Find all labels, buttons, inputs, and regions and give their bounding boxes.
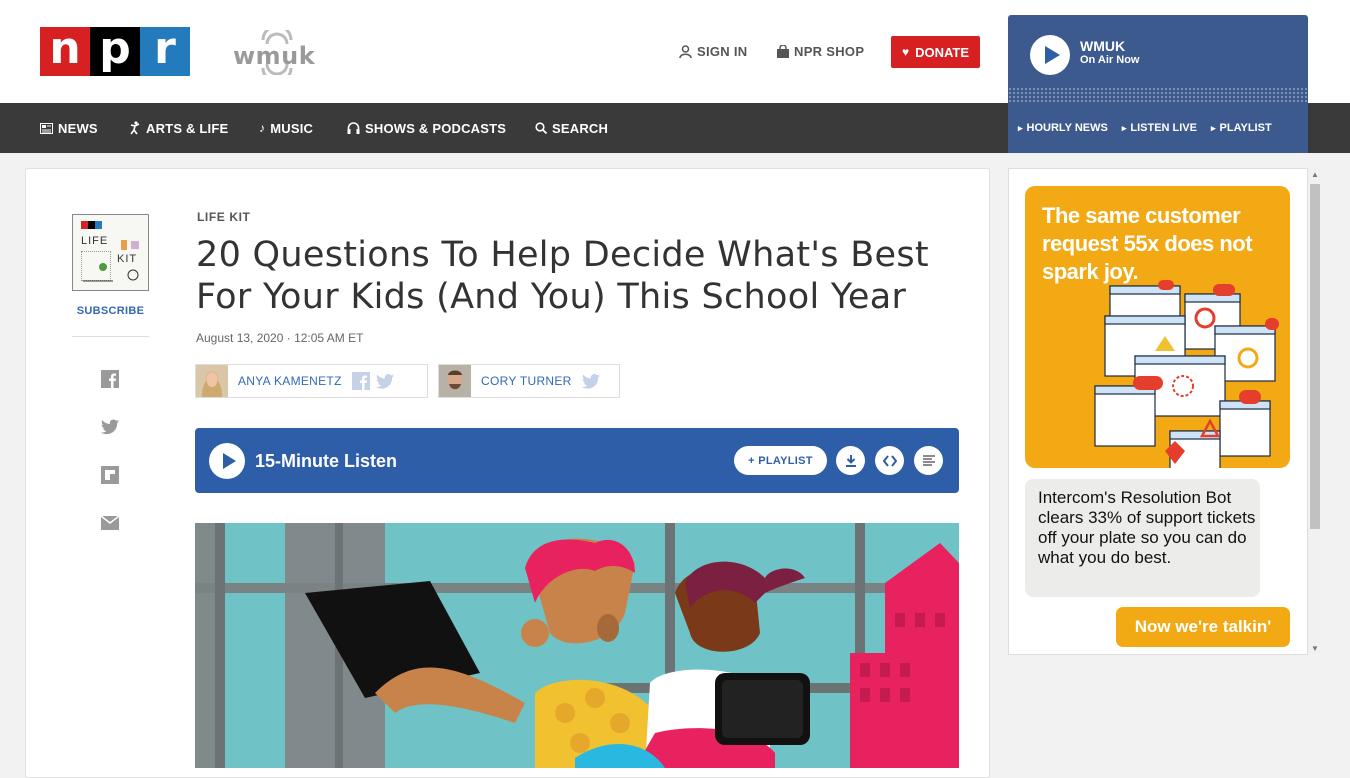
life-kit-podcast-art[interactable]: LIFE KIT: [72, 214, 149, 291]
author-avatar-2[interactable]: [439, 365, 471, 397]
author-photo-2: [439, 365, 471, 397]
ad-headline-panel[interactable]: The same customer request 55x does not s…: [1025, 186, 1290, 468]
station-logo-text: wmuk: [233, 42, 316, 70]
author-name-1[interactable]: ANYA KAMENETZ: [238, 374, 342, 388]
listen-live-link[interactable]: LISTEN LIVE: [1122, 122, 1197, 134]
article-headline: 20 Questions To Help Decide What's Best …: [196, 235, 929, 317]
author-photo-1: [196, 365, 228, 397]
nav-arts-life[interactable]: ARTS & LIFE: [129, 103, 228, 153]
nav-music-label: MUSIC: [270, 120, 314, 136]
article-slug[interactable]: LIFE KIT: [197, 210, 250, 224]
station-logo[interactable]: wmuk: [233, 30, 316, 75]
flipboard-share[interactable]: [101, 466, 119, 484]
subscribe-link[interactable]: SUBSCRIBE: [72, 305, 149, 317]
transcript-button[interactable]: [914, 446, 943, 475]
hero-illustration-graphic: [195, 523, 959, 768]
on-air-station: WMUK: [1080, 38, 1126, 54]
nav-music[interactable]: ♪ MUSIC: [259, 103, 313, 153]
nav-news-label: NEWS: [58, 120, 98, 136]
live-play-button[interactable]: [1030, 35, 1070, 75]
nav-arts-label: ARTS & LIFE: [146, 120, 229, 136]
playlist-link[interactable]: PLAYLIST: [1211, 122, 1272, 134]
author-name-2[interactable]: CORY TURNER: [481, 374, 572, 388]
facebook-icon: [351, 372, 370, 390]
article-date: August 13, 2020 · 12:05 AM ET: [196, 331, 364, 345]
top-header: n p r wmuk SIGN IN NPR SHOP ♥ DONATE WMU…: [0, 0, 1350, 103]
shopping-bag-icon: [777, 45, 789, 58]
main-nav: NEWS ARTS & LIFE ♪ MUSIC SHOWS & PODCAST…: [0, 103, 1350, 153]
play-button[interactable]: [209, 443, 245, 479]
donate-button[interactable]: ♥ DONATE: [891, 36, 980, 68]
npr-logo-p: p: [90, 26, 140, 76]
email-icon: [101, 516, 119, 530]
twitter-icon: [101, 419, 119, 435]
npr-logo-r: r: [140, 26, 190, 76]
on-air-status: On Air Now: [1080, 54, 1140, 66]
twitter-icon: [375, 373, 394, 389]
author-avatar-1[interactable]: [196, 365, 228, 397]
sign-in-link[interactable]: SIGN IN: [679, 44, 748, 59]
flipboard-icon: [101, 466, 119, 484]
nav-news[interactable]: NEWS: [40, 103, 98, 153]
scroll-thumb[interactable]: [1310, 184, 1320, 529]
nav-shows-podcasts[interactable]: SHOWS & PODCASTS: [347, 103, 506, 153]
facebook-share[interactable]: [101, 370, 119, 388]
nav-search-label: SEARCH: [552, 120, 609, 136]
heart-icon: ♥: [901, 45, 910, 59]
nav-shows-label: SHOWS & PODCASTS: [365, 120, 507, 136]
npr-shop-label: NPR SHOP: [794, 44, 865, 59]
nav-search[interactable]: SEARCH: [535, 103, 608, 153]
on-air-widget: WMUK On Air Now: [1008, 15, 1308, 103]
search-icon: [535, 122, 547, 134]
download-button[interactable]: [836, 446, 865, 475]
arts-icon: [130, 121, 140, 135]
station-links: HOURLY NEWS LISTEN LIVE PLAYLIST: [1008, 103, 1308, 153]
npr-logo[interactable]: n p r: [40, 26, 190, 76]
user-icon: [679, 45, 692, 58]
ad-windows-illustration: [1094, 280, 1279, 468]
audio-title: 15-Minute Listen: [255, 451, 398, 471]
npr-logo-n: n: [40, 26, 90, 76]
add-to-playlist-button[interactable]: + PLAYLIST: [734, 446, 827, 475]
scroll-down-icon[interactable]: ▼: [1311, 644, 1319, 653]
author-byline-1: ANYA KAMENETZ: [195, 364, 428, 398]
headphones-icon: [347, 122, 360, 134]
ad-body-bubble[interactable]: Intercom's Resolution Bot clears 33% of …: [1025, 479, 1260, 597]
author-2-twitter[interactable]: [581, 372, 600, 390]
scroll-up-icon[interactable]: ▲: [1311, 170, 1319, 179]
author-1-twitter[interactable]: [375, 372, 394, 390]
embed-icon: [882, 454, 897, 467]
author-byline-2: CORY TURNER: [438, 364, 620, 398]
donate-label: DONATE: [915, 44, 970, 60]
ad-body-text: Intercom's Resolution Bot clears 33% of …: [1038, 488, 1256, 567]
hourly-news-link[interactable]: HOURLY NEWS: [1018, 122, 1108, 134]
sign-in-label: SIGN IN: [697, 44, 748, 59]
facebook-icon: [101, 370, 119, 388]
transcript-icon: [922, 455, 935, 466]
audio-wave-decoration: [1008, 87, 1308, 103]
twitter-share[interactable]: [101, 418, 119, 436]
twitter-icon: [581, 373, 600, 389]
music-note-icon: ♪: [259, 121, 266, 135]
audio-player: 15-Minute Listen + PLAYLIST: [195, 428, 959, 493]
download-icon: [845, 454, 856, 467]
npr-shop-link[interactable]: NPR SHOP: [777, 44, 864, 59]
author-1-facebook[interactable]: [351, 372, 370, 390]
podcast-art-doodles: [83, 240, 139, 282]
sidebar-divider: [72, 336, 149, 337]
ad-cta-button[interactable]: Now we're talkin': [1116, 607, 1290, 647]
ad-scrollbar[interactable]: ▲ ▼: [1308, 168, 1322, 655]
news-icon: [40, 122, 53, 134]
email-share[interactable]: [101, 514, 119, 532]
article-hero-illustration[interactable]: [195, 523, 959, 768]
embed-button[interactable]: [875, 446, 904, 475]
